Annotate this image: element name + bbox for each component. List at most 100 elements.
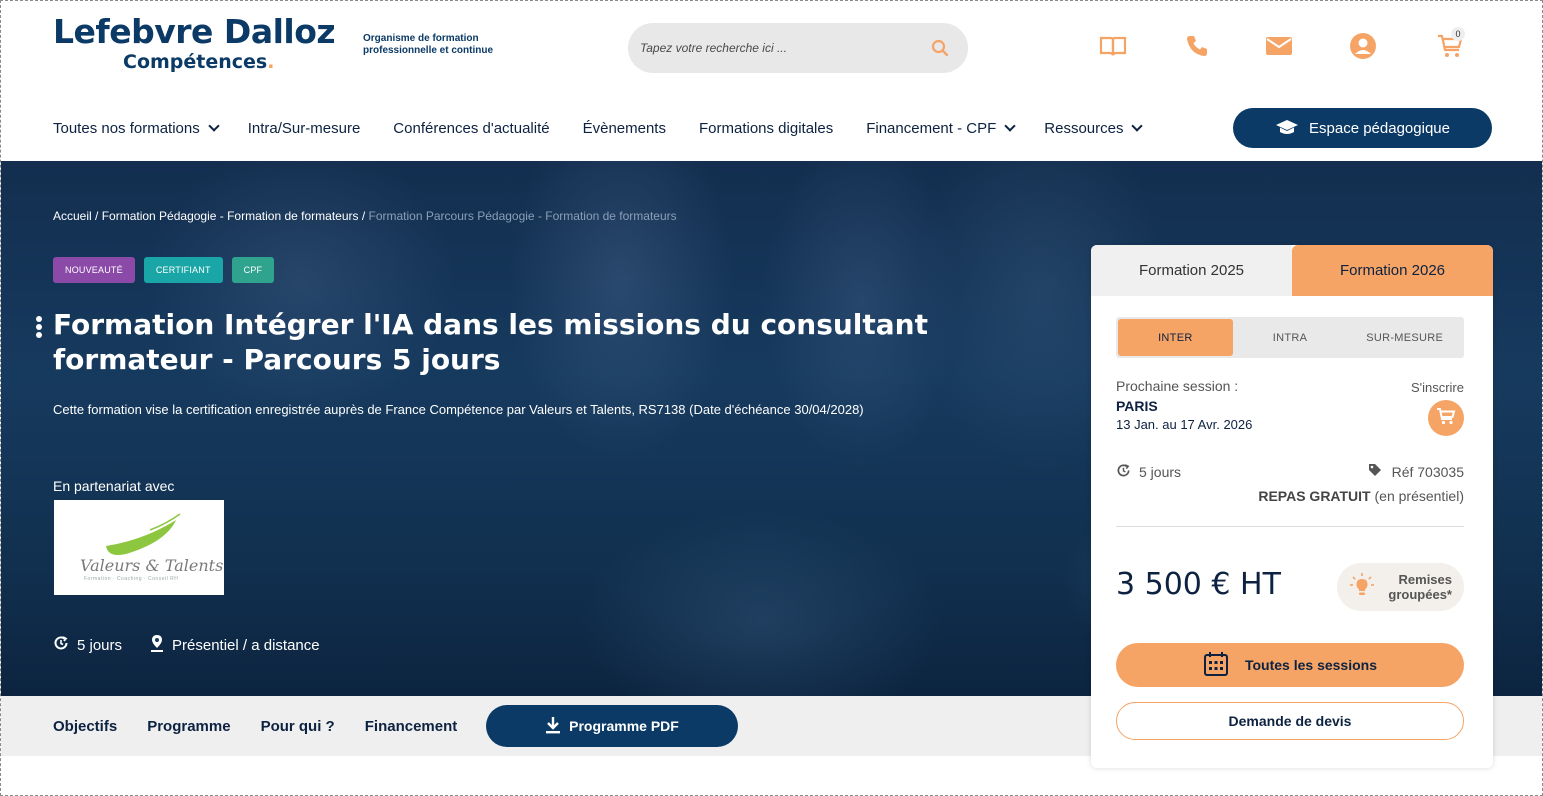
nav-item-financement[interactable]: Financement - CPF [866,119,1016,137]
pdf-button-label: Programme PDF [569,718,679,734]
main-nav: Toutes nos formations Intra/Sur-mesure C… [53,108,1144,148]
search-icon[interactable] [930,38,950,58]
badge-nouveaute: NOUVEAUTÉ [53,257,135,283]
partner-logo: Valeurs & Talents Formation · Coaching ·… [54,500,224,595]
mail-icon[interactable] [1264,31,1294,61]
programme-pdf-button[interactable]: Programme PDF [486,705,738,747]
nav-item-label: Intra/Sur-mesure [247,119,361,137]
inscrire-cart-button[interactable] [1428,400,1464,436]
nav-item-label: Ressources [1044,119,1124,137]
inscrire-label[interactable]: S'inscrire [1411,380,1464,395]
clock-refresh-icon [1116,463,1131,481]
format-segmented-control: INTER INTRA SUR-MESURE [1116,317,1464,358]
calendar-icon [1203,651,1229,680]
logo-dot: . [267,51,275,73]
logo-main-text: Lefebvre Dalloz [53,12,336,51]
mode-text: Présentiel / a distance [172,636,320,654]
espace-pedagogique-button[interactable]: Espace pédagogique [1233,108,1492,148]
mode-meta: Présentiel / a distance [150,634,320,656]
remises-text: Remises groupées* [1381,572,1452,602]
page: Lefebvre Dalloz Compétences. Organisme d… [0,0,1543,796]
next-session-dates: 13 Jan. au 17 Avr. 2026 [1116,417,1253,432]
card-reference: Réf 703035 [1368,463,1464,480]
repas-gratuit-detail: (en présentiel) [1370,488,1464,504]
nav-item-ressources[interactable]: Ressources [1044,119,1144,137]
location-pin-icon [150,634,164,656]
card-duration-text: 5 jours [1139,464,1182,480]
badge-list: NOUVEAUTÉ CERTIFIANT CPF [53,257,275,283]
partner-logo-tagline: Formation · Coaching · Conseil RH [84,576,179,582]
nav-item-conferences[interactable]: Conférences d'actualité [393,120,549,137]
breadcrumb-separator: / [91,209,102,223]
toutes-les-sessions-button[interactable]: Toutes les sessions [1116,643,1464,687]
session-card: Formation 2025 Formation 2026 INTER INTR… [1091,245,1493,768]
cart-icon [1436,407,1456,430]
breadcrumb-home[interactable]: Accueil [53,209,92,223]
section-nav-items: Objectifs Programme Pour qui ? Financeme… [53,696,457,756]
remises-line-2: groupées* [1388,587,1452,602]
duration-text: 5 jours [77,636,123,654]
next-session-label: Prochaine session : [1116,378,1239,394]
badge-certifiant: CERTIFIANT [143,257,223,283]
clock-refresh-icon [53,635,69,655]
tagline: Organisme de formation professionnelle e… [363,33,494,56]
book-icon[interactable] [1098,31,1128,61]
duration-meta: 5 jours [53,635,122,655]
nav-item-label: Conférences d'actualité [393,119,550,137]
partner-logo-name: Valeurs & Talents [80,556,224,575]
chevron-down-icon [208,120,220,132]
card-duration: 5 jours [1116,463,1181,481]
breadcrumb: Accueil / Formation Pédagogie - Formatio… [53,209,677,223]
segment-inter[interactable]: INTER [1118,319,1233,356]
vertical-dots-icon[interactable] [34,314,44,340]
tab-formation-2026[interactable]: Formation 2026 [1292,245,1493,296]
nav-item-evenements[interactable]: Évènements [583,120,666,137]
tag-icon [1368,463,1382,480]
section-link-financement[interactable]: Financement [365,718,458,735]
tab-formation-2025[interactable]: Formation 2025 [1091,245,1292,296]
page-title: Formation Intégrer l'IA dans les mission… [53,308,928,376]
logo-sub-label: Compétences [123,51,268,73]
section-link-pour-qui[interactable]: Pour qui ? [261,718,335,735]
chevron-down-icon [1004,120,1016,132]
price: 3 500 € HT [1116,567,1281,602]
badge-cpf: CPF [231,257,275,283]
cart-count-badge: 0 [1451,27,1465,41]
phone-icon[interactable] [1182,31,1212,61]
espace-button-label: Espace pédagogique [1309,119,1450,137]
download-icon [545,716,561,737]
section-link-programme[interactable]: Programme [147,718,230,735]
sessions-button-label: Toutes les sessions [1244,657,1377,673]
chevron-down-icon [1131,120,1144,132]
nav-item-label: Formations digitales [698,119,834,137]
card-reference-text: Réf 703035 [1391,463,1464,480]
brand-logo[interactable]: Lefebvre Dalloz Compétences. [53,12,336,74]
nav-item-intra[interactable]: Intra/Sur-mesure [248,120,361,137]
hero-description: Cette formation vise la certification en… [53,402,864,417]
breadcrumb-current: Formation Parcours Pédagogie - Formation… [368,209,677,223]
nav-item-toutes-formations[interactable]: Toutes nos formations [53,119,220,137]
segment-intra[interactable]: INTRA [1233,319,1348,356]
graduation-cap-icon [1275,119,1299,137]
partner-label: En partenariat avec [53,478,175,494]
card-divider [1116,526,1464,527]
search-bar [628,23,968,73]
nav-item-label: Toutes nos formations [53,119,200,137]
next-session-city: PARIS [1116,398,1158,414]
repas-gratuit-note: REPAS GRATUIT (en présentiel) [1258,488,1464,504]
segment-sur-mesure[interactable]: SUR-MESURE [1347,319,1462,356]
demande-de-devis-button[interactable]: Demande de devis [1116,702,1464,740]
user-icon[interactable] [1348,31,1378,61]
nav-item-formations-digitales[interactable]: Formations digitales [699,120,833,137]
nav-item-label: Financement - CPF [866,119,997,137]
remises-groupees-badge[interactable]: Remises groupées* [1337,563,1464,611]
breadcrumb-separator: / [358,209,369,223]
year-tabs: Formation 2025 Formation 2026 [1091,245,1493,296]
lightbulb-icon [1349,572,1375,603]
search-input[interactable] [640,41,930,55]
breadcrumb-category[interactable]: Formation Pédagogie - Formation de forma… [102,209,359,223]
hero-meta: 5 jours Présentiel / a distance [53,634,320,656]
cart-icon[interactable]: 0 [1435,27,1465,61]
repas-gratuit-label: REPAS GRATUIT [1258,488,1371,504]
section-link-objectifs[interactable]: Objectifs [53,718,117,735]
